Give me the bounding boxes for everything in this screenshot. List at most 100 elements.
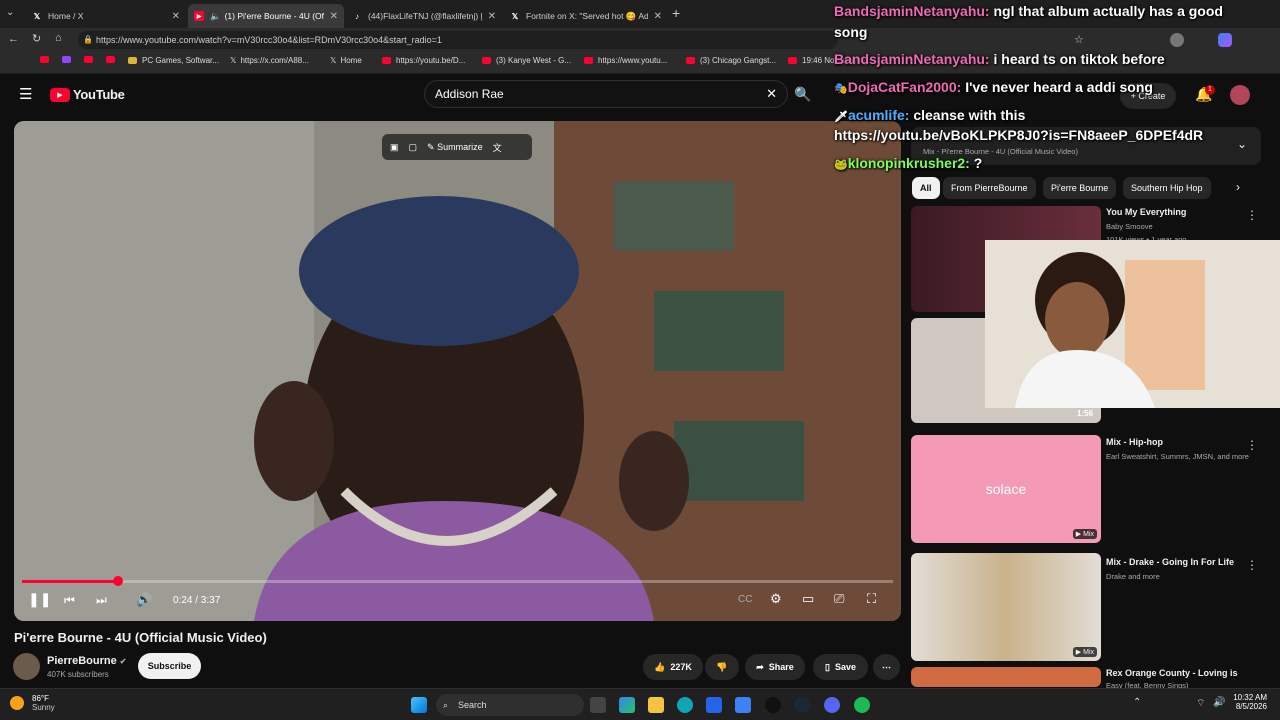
copilot-app-icon[interactable] <box>619 697 635 713</box>
video-channel-0[interactable]: Baby Smoove <box>1106 222 1153 231</box>
screen-icon[interactable]: ▢ <box>409 142 418 153</box>
channel-avatar[interactable] <box>13 653 40 680</box>
more-icon[interactable]: ⋮ <box>1246 558 1258 572</box>
bookmark-yt-3[interactable] <box>106 56 120 63</box>
tray-chevron-icon[interactable]: ⌃ <box>1133 697 1141 708</box>
close-icon[interactable]: ✕ <box>166 11 180 22</box>
sun-icon <box>10 696 24 710</box>
fullscreen-icon[interactable]: ⛶ <box>867 591 876 607</box>
volume-tray-icon[interactable]: 🔊 <box>1213 697 1225 708</box>
video-title-0[interactable]: You My Everything <box>1106 207 1186 217</box>
close-icon[interactable]: ✕ <box>324 11 338 22</box>
tab-youtube[interactable]: ▶ 🔈 (1) Pi'erre Bourne - 4U (Offici ✕ <box>188 4 344 28</box>
bookmark-6[interactable]: (3) Chicago Gangst... <box>686 56 776 65</box>
bookmark-4[interactable]: (3) Kanye West - G... <box>482 56 571 65</box>
search-icon[interactable]: 🔍 <box>794 86 811 103</box>
save-button[interactable]: ▯ Save <box>813 654 868 680</box>
star-icon[interactable]: ☆ <box>1074 33 1084 46</box>
more-actions-button[interactable]: ⋯ <box>873 654 900 680</box>
dislike-button[interactable]: 👎 <box>705 654 739 680</box>
tab-tiktok[interactable]: ♪ (44)FlaxLifeTNJ (@flaxlifetnj) | TikTo… <box>346 4 502 28</box>
bookmark-1[interactable]: 𝕏https://x.com/A88... <box>230 56 309 65</box>
more-icon[interactable]: ⋮ <box>1246 438 1258 452</box>
video-title-3[interactable]: Mix - Drake - Going In For Life <box>1106 557 1234 567</box>
windows-start-icon[interactable] <box>411 697 427 713</box>
theater-icon[interactable]: ▭ <box>802 591 814 607</box>
bookmark-5[interactable]: https://www.youtu... <box>584 56 667 65</box>
clock[interactable]: 10:32 AM 8/5/2026 <box>1233 693 1267 711</box>
chip-all[interactable]: All <box>912 177 940 199</box>
progress-scrubber[interactable] <box>113 576 123 586</box>
volume-icon[interactable]: 🔊 <box>136 592 152 608</box>
bookmark-yt-1[interactable] <box>40 56 54 63</box>
account-avatar[interactable] <box>1230 85 1250 105</box>
chevron-down-icon[interactable]: ⌄ <box>1237 137 1247 151</box>
youtube-logo[interactable]: ▶ YouTube <box>50 87 125 102</box>
miniplayer-icon[interactable]: ▣ <box>390 142 399 153</box>
pause-icon[interactable]: ❚❚ <box>28 591 51 608</box>
clear-icon[interactable]: ✕ <box>766 81 777 107</box>
captions-icon[interactable]: CC <box>738 594 752 605</box>
chip-southern-hip-hop[interactable]: Southern Hip Hop <box>1123 177 1211 199</box>
spotify-icon[interactable] <box>854 697 870 713</box>
task-view-icon[interactable] <box>590 697 606 713</box>
bookmark-3[interactable]: https://youtu.be/D... <box>382 56 465 65</box>
app-icon[interactable] <box>765 697 781 713</box>
summarize-button[interactable]: ✎ Summarize <box>427 142 483 153</box>
bookmark-2[interactable]: 𝕏 Home <box>330 56 362 65</box>
video-player[interactable]: ▣ ▢ ✎ Summarize 文 ❚❚ ⏮ ⏭ 🔊 0:24 / 3:37 C… <box>14 121 901 621</box>
speaker-icon[interactable]: 🔈 <box>210 11 221 22</box>
steam-icon[interactable] <box>794 697 810 713</box>
channel-name[interactable]: PierreBourne ✔ <box>47 655 126 667</box>
search-icon: ⌕ <box>443 700 449 710</box>
video-thumbnail[interactable] <box>911 667 1101 687</box>
subscribe-button[interactable]: Subscribe <box>138 653 201 679</box>
weather-widget[interactable]: 86°F Sunny <box>10 694 55 712</box>
bookmark-0[interactable]: PC Games, Softwar... <box>128 56 219 65</box>
share-label: Share <box>768 662 794 672</box>
settings-icon[interactable]: ⚙ <box>770 591 782 607</box>
search-value: Addison Rae <box>435 87 504 101</box>
taskbar-search[interactable]: ⌕ Search <box>436 694 584 716</box>
new-tab-icon[interactable]: + <box>672 5 680 21</box>
video-thumbnail[interactable]: ▶ Mix <box>911 553 1101 661</box>
tab-list-icon[interactable]: ⌄ <box>6 7 20 21</box>
video-frame <box>14 121 901 621</box>
video-title-2[interactable]: Mix - Hip-hop <box>1106 437 1163 447</box>
tab-x-home[interactable]: 𝕏 Home / X ✕ <box>26 4 186 28</box>
search-input[interactable]: Addison Rae ✕ <box>424 80 788 108</box>
avatar[interactable] <box>1170 33 1184 47</box>
chip-pierre-bourne[interactable]: Pi'erre Bourne <box>1043 177 1117 199</box>
wifi-icon[interactable]: ⌔ <box>1196 697 1205 710</box>
cast-icon[interactable]: ⎚ <box>834 591 844 607</box>
mail-icon[interactable] <box>735 697 751 713</box>
copilot-icon[interactable] <box>1218 33 1232 47</box>
file-explorer-icon[interactable] <box>648 697 664 713</box>
menu-icon[interactable]: ☰ <box>19 85 32 103</box>
like-button[interactable]: 👍 227K <box>643 654 703 680</box>
tab-fortnite[interactable]: 𝕏 Fortnite on X: "Served hot 😋 Addi ✕ <box>504 4 668 28</box>
home-icon[interactable]: ⌂ <box>55 32 62 44</box>
video-title-4[interactable]: Rex Orange County - Loving is <box>1106 668 1238 678</box>
close-icon[interactable]: ✕ <box>482 11 496 22</box>
bookmark-twitch[interactable] <box>62 56 76 63</box>
address-bar[interactable]: 🔒 https://www.youtube.com/watch?v=mV30rc… <box>78 31 838 49</box>
next-icon[interactable]: ⏭ <box>96 593 107 608</box>
discord-icon[interactable] <box>824 697 840 713</box>
translate-icon[interactable]: 文 <box>493 141 502 154</box>
store-icon[interactable] <box>706 697 722 713</box>
previous-icon[interactable]: ⏮ <box>64 593 75 608</box>
close-icon[interactable]: ✕ <box>648 11 662 22</box>
bookmark-yt-2[interactable] <box>84 56 98 63</box>
weather-temp: 86°F <box>32 694 49 703</box>
chevron-right-icon[interactable]: › <box>1236 180 1240 194</box>
reload-icon[interactable]: ↻ <box>32 32 41 45</box>
more-icon[interactable]: ⋮ <box>1246 208 1258 222</box>
video-thumbnail[interactable]: solace ▶ Mix <box>911 435 1101 543</box>
back-icon[interactable]: ← <box>8 33 19 45</box>
chip-from-pierrebourne[interactable]: From PierreBourne <box>943 177 1036 199</box>
tiktok-icon: ♪ <box>355 11 359 21</box>
edge-icon[interactable] <box>677 697 693 713</box>
share-button[interactable]: ➦ Share <box>745 654 805 680</box>
progress-bar-track[interactable] <box>22 580 893 583</box>
